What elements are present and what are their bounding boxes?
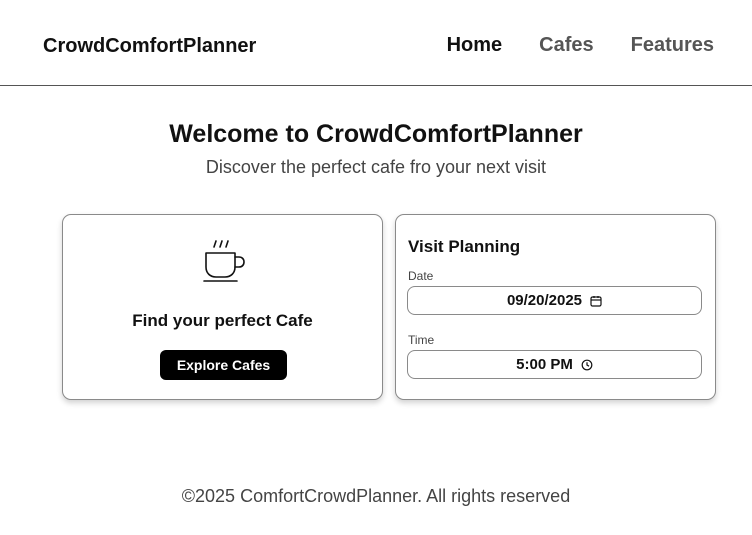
find-cafe-card: Find your perfect Cafe Explore Cafes — [62, 214, 383, 400]
date-label: Date — [408, 269, 434, 283]
calendar-icon[interactable] — [590, 295, 602, 307]
footer-copyright: ©2025 ComfortCrowdPlanner. All rights re… — [181, 486, 571, 506]
visit-planning-card: Visit Planning Date 09/20/2025 Time 5:00… — [395, 214, 716, 400]
date-value: 09/20/2025 — [506, 292, 583, 309]
time-value: 5:00 PM — [516, 356, 573, 373]
coffee-cup-icon — [203, 240, 245, 282]
main-nav: Home Cafes Features — [447, 34, 714, 57]
page-title: Welcome to CrowdComfortPlanner — [169, 120, 583, 148]
clock-icon[interactable] — [581, 359, 593, 371]
brand-logo[interactable]: CrowdComfortPlanner — [43, 35, 256, 58]
nav-home[interactable]: Home — [447, 34, 503, 57]
page-subtitle: Discover the perfect cafe fro your next … — [205, 157, 547, 177]
find-cafe-title: Find your perfect Cafe — [132, 311, 313, 330]
time-input[interactable]: 5:00 PM — [407, 350, 702, 379]
date-input[interactable]: 09/20/2025 — [407, 286, 702, 315]
explore-cafes-button[interactable]: Explore Cafes — [160, 350, 287, 380]
site-header: CrowdComfortPlanner Home Cafes Features — [0, 0, 752, 86]
nav-cafes[interactable]: Cafes — [539, 34, 593, 57]
nav-features[interactable]: Features — [631, 34, 714, 57]
visit-planning-title: Visit Planning — [408, 237, 521, 256]
time-label: Time — [408, 333, 435, 347]
